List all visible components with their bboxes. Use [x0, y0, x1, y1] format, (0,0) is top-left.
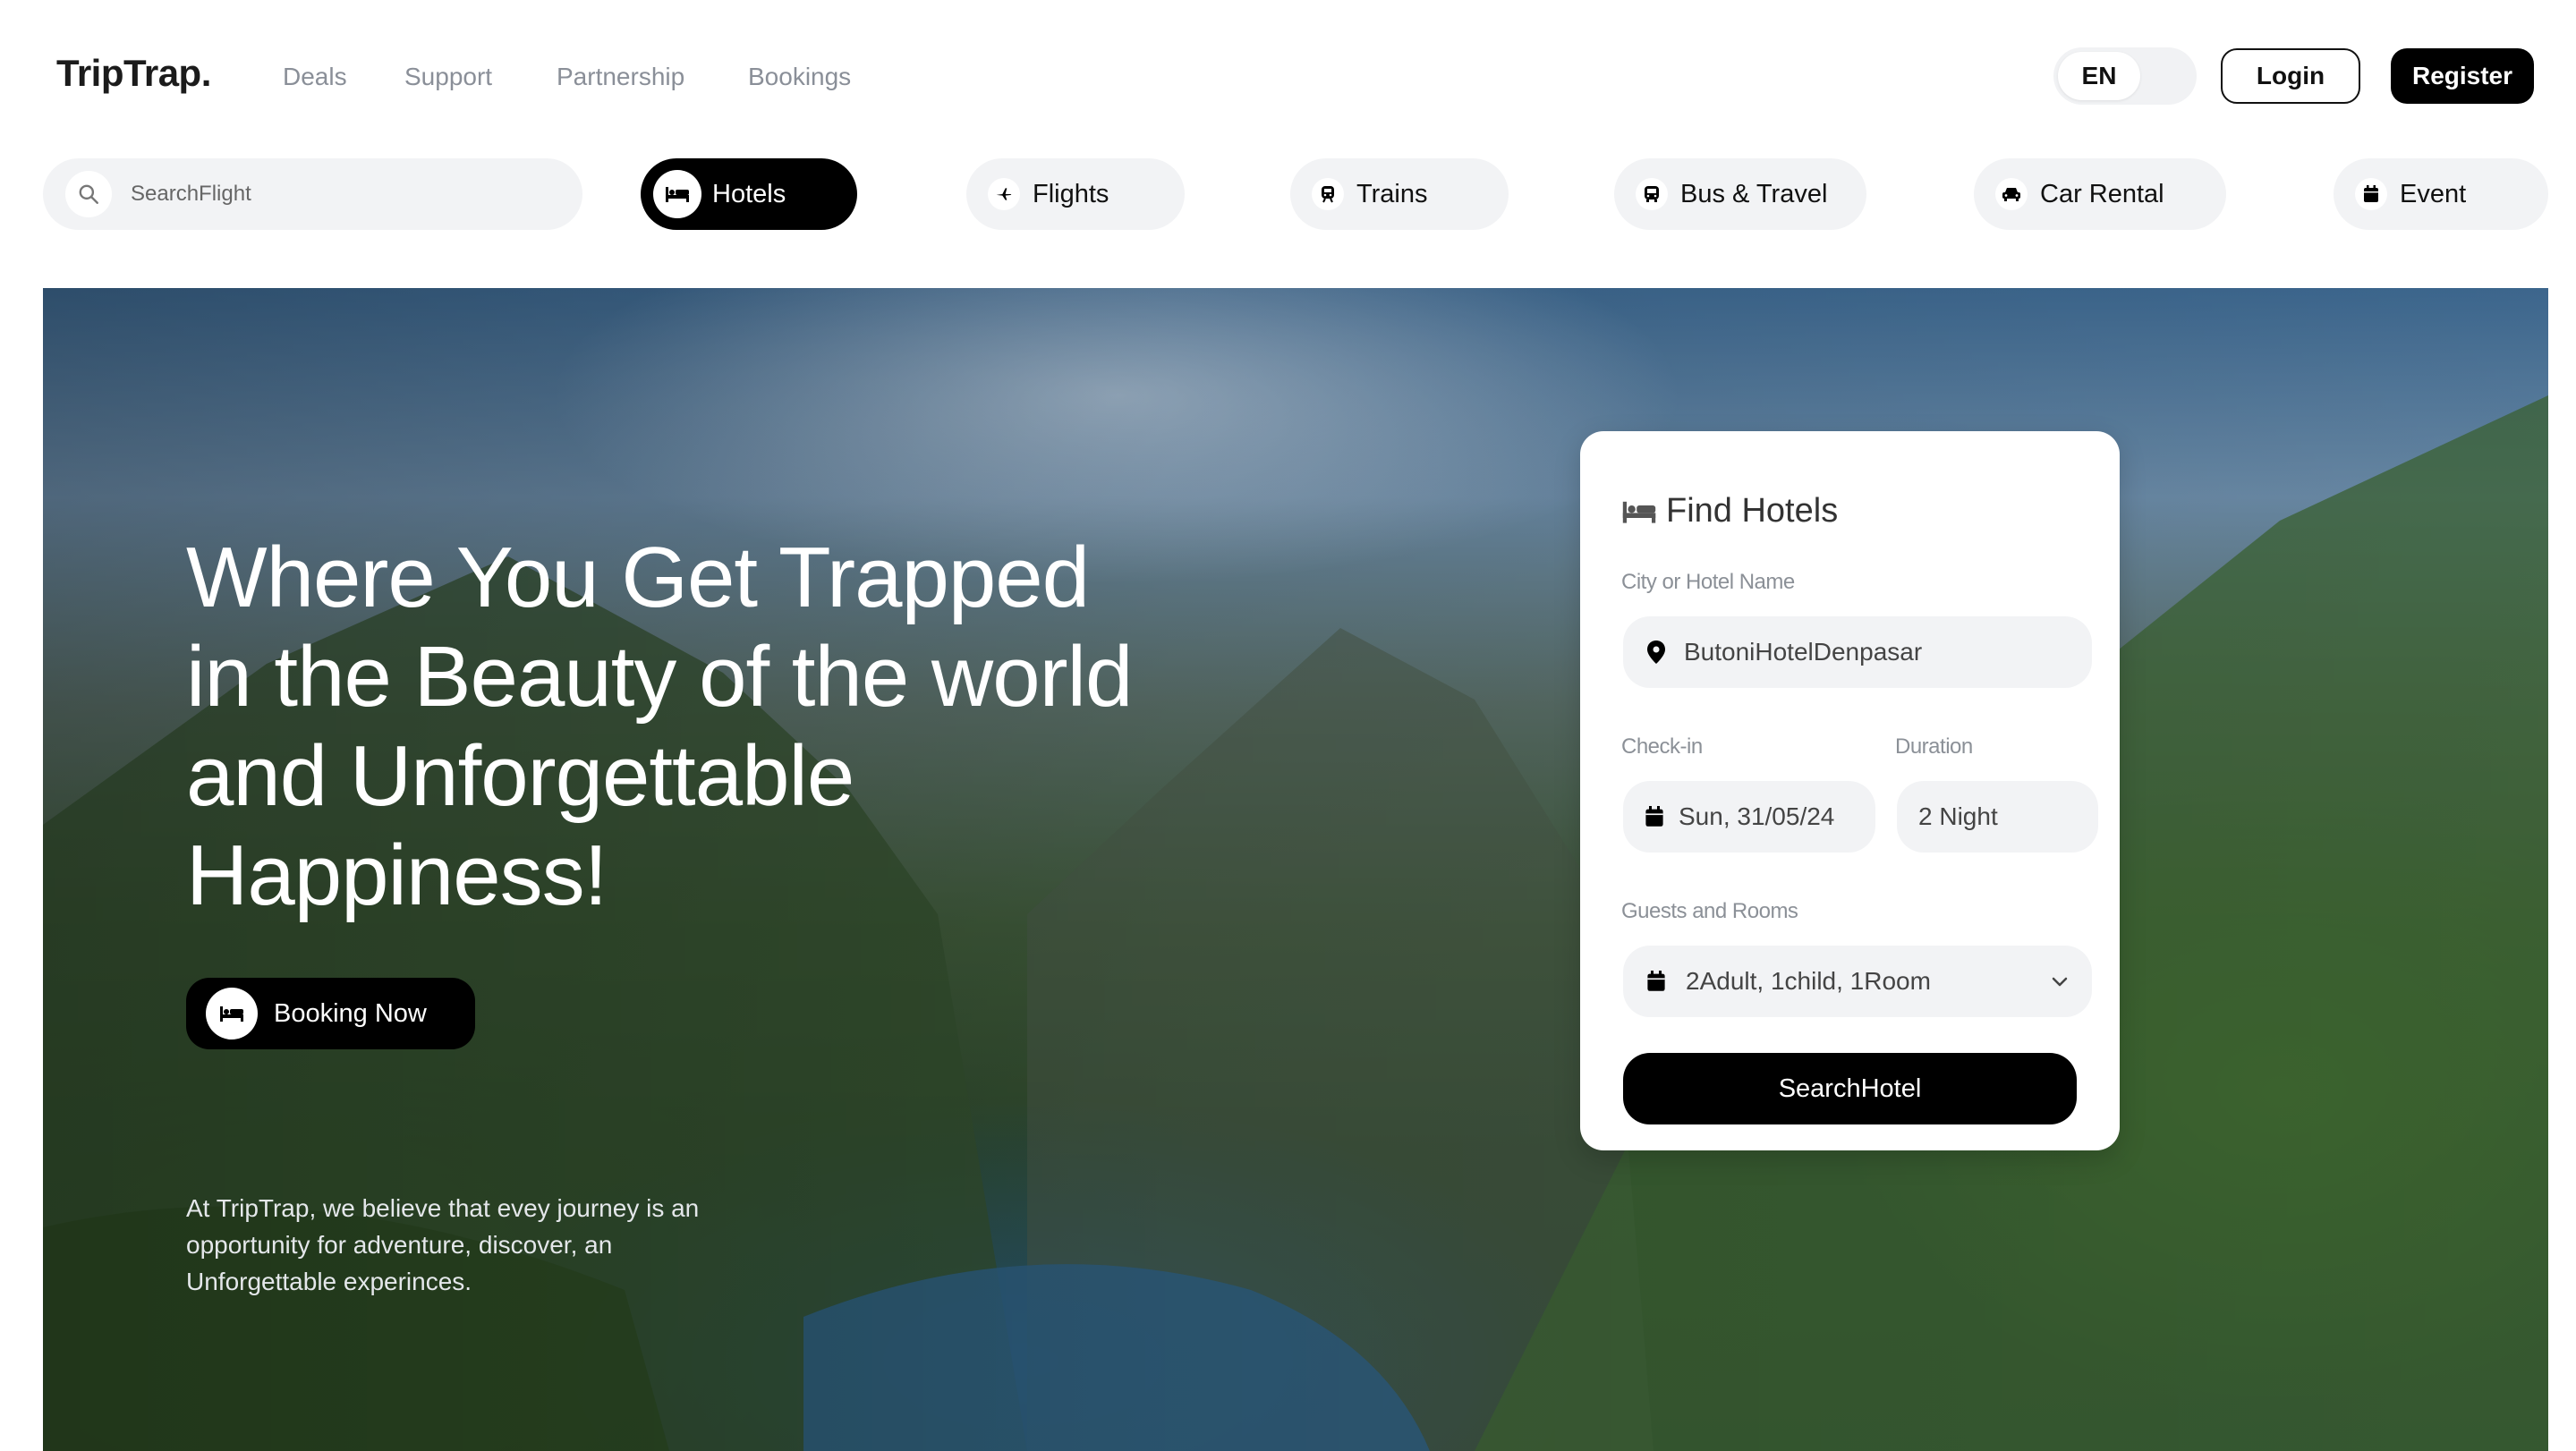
chevron-down-icon[interactable] [2049, 971, 2070, 992]
bed-icon [653, 170, 701, 218]
checkin-label: Check-in [1621, 734, 1703, 759]
hero-description-line: opportunity for adventure, discover, an [186, 1231, 613, 1259]
nav-partnership[interactable]: Partnership [557, 63, 684, 91]
bed-icon [206, 988, 258, 1039]
duration-value: 2 Night [1918, 802, 1998, 830]
booking-now-label: Booking Now [274, 998, 427, 1028]
tab-flights[interactable]: Flights [966, 158, 1185, 230]
bed-icon [1622, 501, 1656, 523]
hero-title-line: Where You Get Trapped [186, 530, 1090, 625]
tab-label: Flights [1033, 179, 1109, 208]
tab-car-rental[interactable]: Car Rental [1974, 158, 2226, 230]
tab-trains[interactable]: Trains [1290, 158, 1509, 230]
hero-title-line: in the Beauty of the world [186, 629, 1133, 725]
map-pin-icon [1647, 641, 1665, 664]
hero-title-line: Happiness! [186, 827, 608, 923]
duration-label: Duration [1895, 734, 1973, 759]
car-icon [1995, 178, 2028, 210]
tab-label: Hotels [712, 179, 786, 208]
tab-label: Bus & Travel [1680, 179, 1828, 208]
calendar-icon [1645, 806, 1663, 827]
tab-label: Trains [1356, 179, 1428, 208]
tab-bus-travel[interactable]: Bus & Travel [1614, 158, 1866, 230]
search-hotel-button[interactable]: SearchHotel [1623, 1053, 2077, 1124]
find-hotels-title-text: Find Hotels [1666, 492, 1839, 530]
tab-event[interactable]: Event [2334, 158, 2548, 230]
tab-label: Event [2400, 179, 2467, 208]
booking-now-button[interactable]: Booking Now [186, 978, 475, 1049]
language-selected[interactable]: EN [2058, 52, 2140, 100]
hero-description-line: Unforgettable experinces. [186, 1268, 472, 1295]
logo[interactable]: TripTrap. [56, 52, 211, 95]
nav-support[interactable]: Support [404, 63, 492, 91]
nav-bookings[interactable]: Bookings [748, 63, 851, 91]
hero-description: At TripTrap, we believe that evey journe… [186, 1190, 741, 1300]
calendar-icon [1647, 971, 1665, 991]
guests-value: 2Adult, 1child, 1Room [1686, 967, 1931, 995]
find-hotels-title: Find Hotels [1621, 492, 1838, 530]
hero-title-line: and Unforgettable [186, 728, 854, 824]
register-button[interactable]: Register [2391, 48, 2534, 104]
bus-icon [1636, 178, 1668, 210]
guests-select[interactable]: 2Adult, 1child, 1Room [1623, 946, 2092, 1017]
nav-deals[interactable]: Deals [283, 63, 347, 91]
checkin-value: Sun, 31/05/24 [1679, 802, 1835, 830]
login-button[interactable]: Login [2221, 48, 2360, 104]
hero-title: Where You Get Trapped in the Beauty of t… [186, 528, 1260, 925]
train-icon [1312, 178, 1344, 210]
plane-icon [988, 178, 1020, 210]
duration-field[interactable]: 2 Night [1897, 781, 2098, 853]
tab-label: Car Rental [2040, 179, 2164, 208]
tab-hotels[interactable]: Hotels [641, 158, 857, 230]
calendar-icon [2355, 178, 2387, 210]
city-label: City or Hotel Name [1621, 570, 1795, 594]
guests-label: Guests and Rooms [1621, 899, 1798, 923]
city-field[interactable]: ButoniHotelDenpasar [1623, 616, 2092, 688]
search-icon[interactable] [65, 171, 112, 217]
checkin-field[interactable]: Sun, 31/05/24 [1623, 781, 1875, 853]
search-input[interactable] [129, 175, 562, 213]
hero-description-line: At TripTrap, we believe that evey journe… [186, 1194, 700, 1222]
city-value: ButoniHotelDenpasar [1684, 638, 1923, 666]
